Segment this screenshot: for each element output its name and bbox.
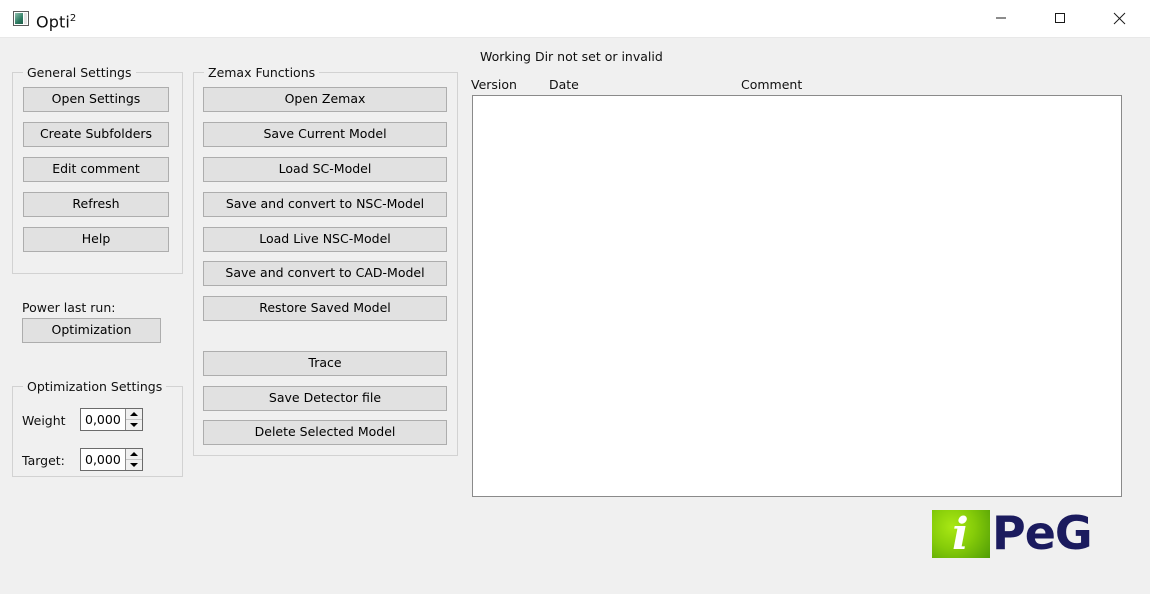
ipeg-logo-mark: i xyxy=(932,510,990,558)
weight-stepper-buttons[interactable] xyxy=(125,409,142,430)
save-convert-nsc-model-button[interactable]: Save and convert to NSC-Model xyxy=(203,192,447,217)
save-convert-cad-model-button[interactable]: Save and convert to CAD-Model xyxy=(203,261,447,286)
help-button[interactable]: Help xyxy=(23,227,169,252)
window-title-superscript: 2 xyxy=(69,13,77,24)
weight-label: Weight xyxy=(22,413,66,428)
column-header-comment: Comment xyxy=(741,77,803,92)
save-current-model-button[interactable]: Save Current Model xyxy=(203,122,447,147)
close-icon xyxy=(1113,12,1126,25)
caret-down-icon xyxy=(130,463,138,467)
window-title-text: Opti xyxy=(36,12,70,32)
save-detector-file-button[interactable]: Save Detector file xyxy=(203,386,447,411)
weight-increment-button[interactable] xyxy=(126,409,142,420)
power-last-run-label: Power last run: xyxy=(22,300,116,315)
general-settings-title: General Settings xyxy=(23,65,136,80)
minimize-button[interactable] xyxy=(978,0,1024,36)
app-icon-bar xyxy=(24,13,27,24)
maximize-icon xyxy=(1054,12,1066,24)
weight-decrement-button[interactable] xyxy=(126,420,142,430)
refresh-button[interactable]: Refresh xyxy=(23,192,169,217)
restore-saved-model-button[interactable]: Restore Saved Model xyxy=(203,296,447,321)
window-title: Opti2 xyxy=(36,8,76,33)
caret-up-icon xyxy=(130,452,138,456)
ipeg-logo: i PeG xyxy=(932,506,1112,560)
load-live-nsc-model-button[interactable]: Load Live NSC-Model xyxy=(203,227,447,252)
caret-up-icon xyxy=(130,412,138,416)
target-label: Target: xyxy=(22,453,65,468)
load-sc-model-button[interactable]: Load SC-Model xyxy=(203,157,447,182)
open-settings-button[interactable]: Open Settings xyxy=(23,87,169,112)
close-button[interactable] xyxy=(1096,0,1142,36)
target-decrement-button[interactable] xyxy=(126,460,142,470)
target-increment-button[interactable] xyxy=(126,449,142,460)
ipeg-logo-letter: i xyxy=(952,509,969,560)
power-last-run-optimization-button[interactable]: Optimization xyxy=(22,318,161,343)
open-zemax-button[interactable]: Open Zemax xyxy=(203,87,447,112)
target-stepper-buttons[interactable] xyxy=(125,449,142,470)
title-bar: Opti2 xyxy=(0,0,1150,38)
working-dir-status: Working Dir not set or invalid xyxy=(480,49,663,64)
app-icon-swatch xyxy=(15,13,23,24)
target-value[interactable]: 0,000 xyxy=(85,449,121,470)
zemax-functions-title: Zemax Functions xyxy=(204,65,320,80)
caret-down-icon xyxy=(130,423,138,427)
model-list[interactable] xyxy=(472,95,1122,497)
minimize-icon xyxy=(995,12,1007,24)
column-header-version: Version xyxy=(471,77,517,92)
maximize-button[interactable] xyxy=(1037,0,1083,36)
edit-comment-button[interactable]: Edit comment xyxy=(23,157,169,182)
column-header-date: Date xyxy=(549,77,579,92)
create-subfolders-button[interactable]: Create Subfolders xyxy=(23,122,169,147)
weight-value[interactable]: 0,000 xyxy=(85,409,121,430)
weight-stepper[interactable]: 0,000 xyxy=(80,408,143,431)
delete-selected-model-button[interactable]: Delete Selected Model xyxy=(203,420,447,445)
app-icon xyxy=(13,11,29,26)
trace-button[interactable]: Trace xyxy=(203,351,447,376)
target-stepper[interactable]: 0,000 xyxy=(80,448,143,471)
ipeg-logo-wordmark: PeG xyxy=(992,506,1093,560)
optimization-settings-title: Optimization Settings xyxy=(23,379,167,394)
